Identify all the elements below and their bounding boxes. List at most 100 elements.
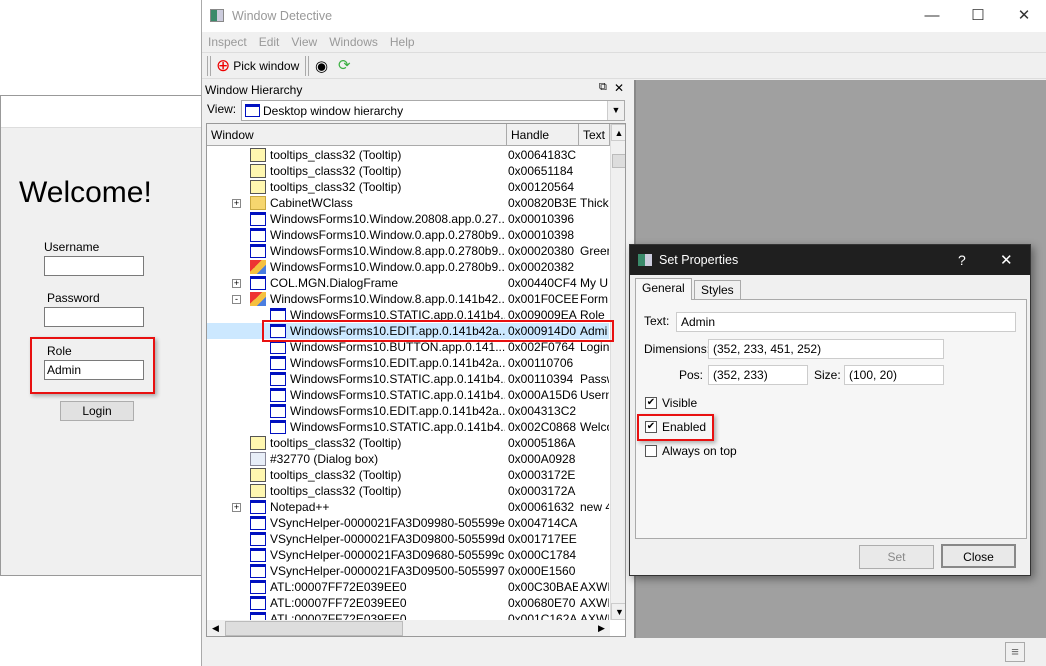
tab-general[interactable]: General <box>635 278 692 300</box>
row-handle: 0x00651184 <box>508 164 574 178</box>
tooltip-icon <box>250 148 266 162</box>
scroll-left-icon[interactable]: ◀ <box>207 620 224 636</box>
general-tab-pane: Text: Admin Dimensions: (352, 233, 451, … <box>635 299 1027 539</box>
collapse-icon[interactable]: - <box>232 295 241 304</box>
tree-row[interactable]: WindowsForms10.Window.8.app.0.2780b9... 0… <box>207 243 609 259</box>
chevron-down-icon[interactable]: ▼ <box>607 101 624 120</box>
row-window-name: VSyncHelper-0000021FA3D09980-505599e... <box>270 516 505 530</box>
row-handle: 0x000A0928 <box>508 452 576 466</box>
visible-checkbox[interactable]: ✔ <box>645 397 657 409</box>
vertical-scrollbar[interactable]: ▲ ▼ <box>610 124 625 620</box>
maximize-button[interactable]: ☐ <box>955 0 1001 32</box>
tab-styles[interactable]: Styles <box>694 280 741 299</box>
menu-inspect[interactable]: Inspect <box>208 35 247 49</box>
close-dialog-button[interactable]: Close <box>941 544 1016 568</box>
tree-row[interactable]: WindowsForms10.Window.0.app.0.2780b9... 0… <box>207 259 609 275</box>
dimensions-input[interactable]: (352, 233, 451, 252) <box>708 339 944 359</box>
tree-row[interactable]: WindowsForms10.EDIT.app.0.141b42a... 0x00… <box>207 355 609 371</box>
tree-row[interactable]: tooltips_class32 (Tooltip) 0x0005186A <box>207 435 609 451</box>
tree-row[interactable]: ATL:00007FF72E039EE0 0x00C30BAE AXWI <box>207 579 609 595</box>
tree-row[interactable]: VSyncHelper-0000021FA3D09800-505599d... 0… <box>207 531 609 547</box>
pos-input[interactable]: (352, 233) <box>708 365 808 385</box>
menu-view[interactable]: View <box>291 35 317 49</box>
scroll-down-icon[interactable]: ▼ <box>611 603 625 620</box>
tooltip-icon <box>250 484 266 498</box>
tree-row[interactable]: + CabinetWClass 0x00820B3E Thick <box>207 195 609 211</box>
dialog-close-icon[interactable]: ✕ <box>1000 251 1013 269</box>
tree-row[interactable]: tooltips_class32 (Tooltip) 0x0003172E <box>207 467 609 483</box>
tree-row[interactable]: + COL.MGN.DialogFrame 0x00440CF4 My U <box>207 275 609 291</box>
tree-row[interactable]: - WindowsForms10.Window.8.app.0.141b42...… <box>207 291 609 307</box>
column-header-window[interactable]: Window <box>207 124 507 146</box>
row-handle: 0x0064183C <box>508 148 577 162</box>
tree-row[interactable]: tooltips_class32 (Tooltip) 0x0003172A <box>207 483 609 499</box>
expand-icon[interactable]: + <box>232 503 241 512</box>
tree-row[interactable]: VSyncHelper-0000021FA3D09500-5055997... 0… <box>207 563 609 579</box>
tree-row[interactable]: tooltips_class32 (Tooltip) 0x00120564 <box>207 179 609 195</box>
form-icon <box>250 260 266 274</box>
view-select[interactable]: Desktop window hierarchy ▼ <box>241 100 625 121</box>
log-icon[interactable]: ≡ <box>1005 642 1025 662</box>
row-handle: 0x004313C2 <box>508 404 577 418</box>
tree-row[interactable]: #32770 (Dialog box) 0x000A0928 <box>207 451 609 467</box>
window-icon <box>250 228 266 242</box>
set-button[interactable]: Set <box>859 545 934 569</box>
pos-label: Pos: <box>679 368 704 382</box>
username-input[interactable] <box>44 256 144 276</box>
help-button[interactable]: ? <box>958 252 966 268</box>
login-titlebar <box>1 96 204 128</box>
float-panel-icon[interactable]: ⧉ <box>599 81 607 94</box>
row-handle: 0x0003172A <box>508 484 576 498</box>
toolbar: ⊕ Pick window ◉ ⟳ <box>202 52 1046 79</box>
menu-windows[interactable]: Windows <box>329 35 378 49</box>
row-window-name: WindowsForms10.STATIC.app.0.141b4... <box>290 420 505 434</box>
minimize-button[interactable]: — <box>909 0 955 32</box>
always-on-top-label: Always on top <box>662 444 737 458</box>
tree-row[interactable]: VSyncHelper-0000021FA3D09680-505599c... 0… <box>207 547 609 563</box>
scroll-up-icon[interactable]: ▲ <box>611 124 625 141</box>
toolbar-grip[interactable] <box>207 56 211 76</box>
close-panel-icon[interactable]: ✕ <box>614 81 624 95</box>
tree-row[interactable]: ATL:00007FF72E039EE0 0x00680E70 AXWI <box>207 595 609 611</box>
tree-row[interactable]: WindowsForms10.STATIC.app.0.141b4... 0x00… <box>207 371 609 387</box>
pick-window-label: Pick window <box>233 59 300 73</box>
column-header-text[interactable]: Text <box>579 124 610 146</box>
text-input[interactable]: Admin <box>676 312 1016 332</box>
tree-row[interactable]: WindowsForms10.EDIT.app.0.141b42a... 0x00… <box>207 403 609 419</box>
tree-row[interactable]: tooltips_class32 (Tooltip) 0x00651184 <box>207 163 609 179</box>
tree-row[interactable]: WindowsForms10.STATIC.app.0.141b4... 0x00… <box>207 419 609 435</box>
tree-row[interactable]: WindowsForms10.Window.0.app.0.2780b9... 0… <box>207 227 609 243</box>
password-input[interactable] <box>44 307 144 327</box>
menu-edit[interactable]: Edit <box>259 35 280 49</box>
tooltip-icon <box>250 164 266 178</box>
pick-window-button[interactable]: ⊕ Pick window <box>216 56 299 76</box>
size-input[interactable]: (100, 20) <box>844 365 944 385</box>
horizontal-scroll-thumb[interactable] <box>225 621 403 636</box>
tree-row[interactable]: WindowsForms10.STATIC.app.0.141b4... 0x00… <box>207 387 609 403</box>
expand-icon[interactable]: + <box>232 279 241 288</box>
vertical-scroll-thumb[interactable] <box>612 154 625 168</box>
tree-row[interactable]: + Notepad++ 0x00061632 new 4 <box>207 499 609 515</box>
always-on-top-checkbox[interactable] <box>645 445 657 457</box>
column-header-handle[interactable]: Handle <box>507 124 579 146</box>
row-text: Form <box>580 292 608 306</box>
toolbar-grip[interactable] <box>305 56 309 76</box>
binoculars-icon[interactable]: ◉ <box>315 57 328 75</box>
tree-row[interactable]: WindowsForms10.Window.20808.app.0.27... 0… <box>207 211 609 227</box>
expand-icon[interactable]: + <box>232 199 241 208</box>
window-hierarchy-panel: Window Hierarchy ⧉ ✕ View: Desktop windo… <box>203 80 631 638</box>
close-button[interactable]: ✕ <box>1001 0 1046 32</box>
role-input[interactable] <box>44 360 144 380</box>
tree-row[interactable]: ATL:00007FF72E039EE0 0x001C162A AXWI <box>207 611 609 620</box>
tree-row[interactable]: VSyncHelper-0000021FA3D09980-505599e... 0… <box>207 515 609 531</box>
scroll-right-icon[interactable]: ▶ <box>593 620 610 636</box>
app-icon <box>638 254 652 266</box>
menu-help[interactable]: Help <box>390 35 415 49</box>
login-button[interactable]: Login <box>60 401 134 421</box>
horizontal-scrollbar[interactable]: ◀ ▶ <box>207 620 610 636</box>
row-handle: 0x00110394 <box>508 372 574 386</box>
dialog-titlebar: Set Properties ? ✕ <box>630 245 1030 275</box>
refresh-icon[interactable]: ⟳ <box>338 56 351 74</box>
tree-row[interactable]: tooltips_class32 (Tooltip) 0x0064183C <box>207 147 609 163</box>
dimensions-label: Dimensions: <box>644 342 711 356</box>
